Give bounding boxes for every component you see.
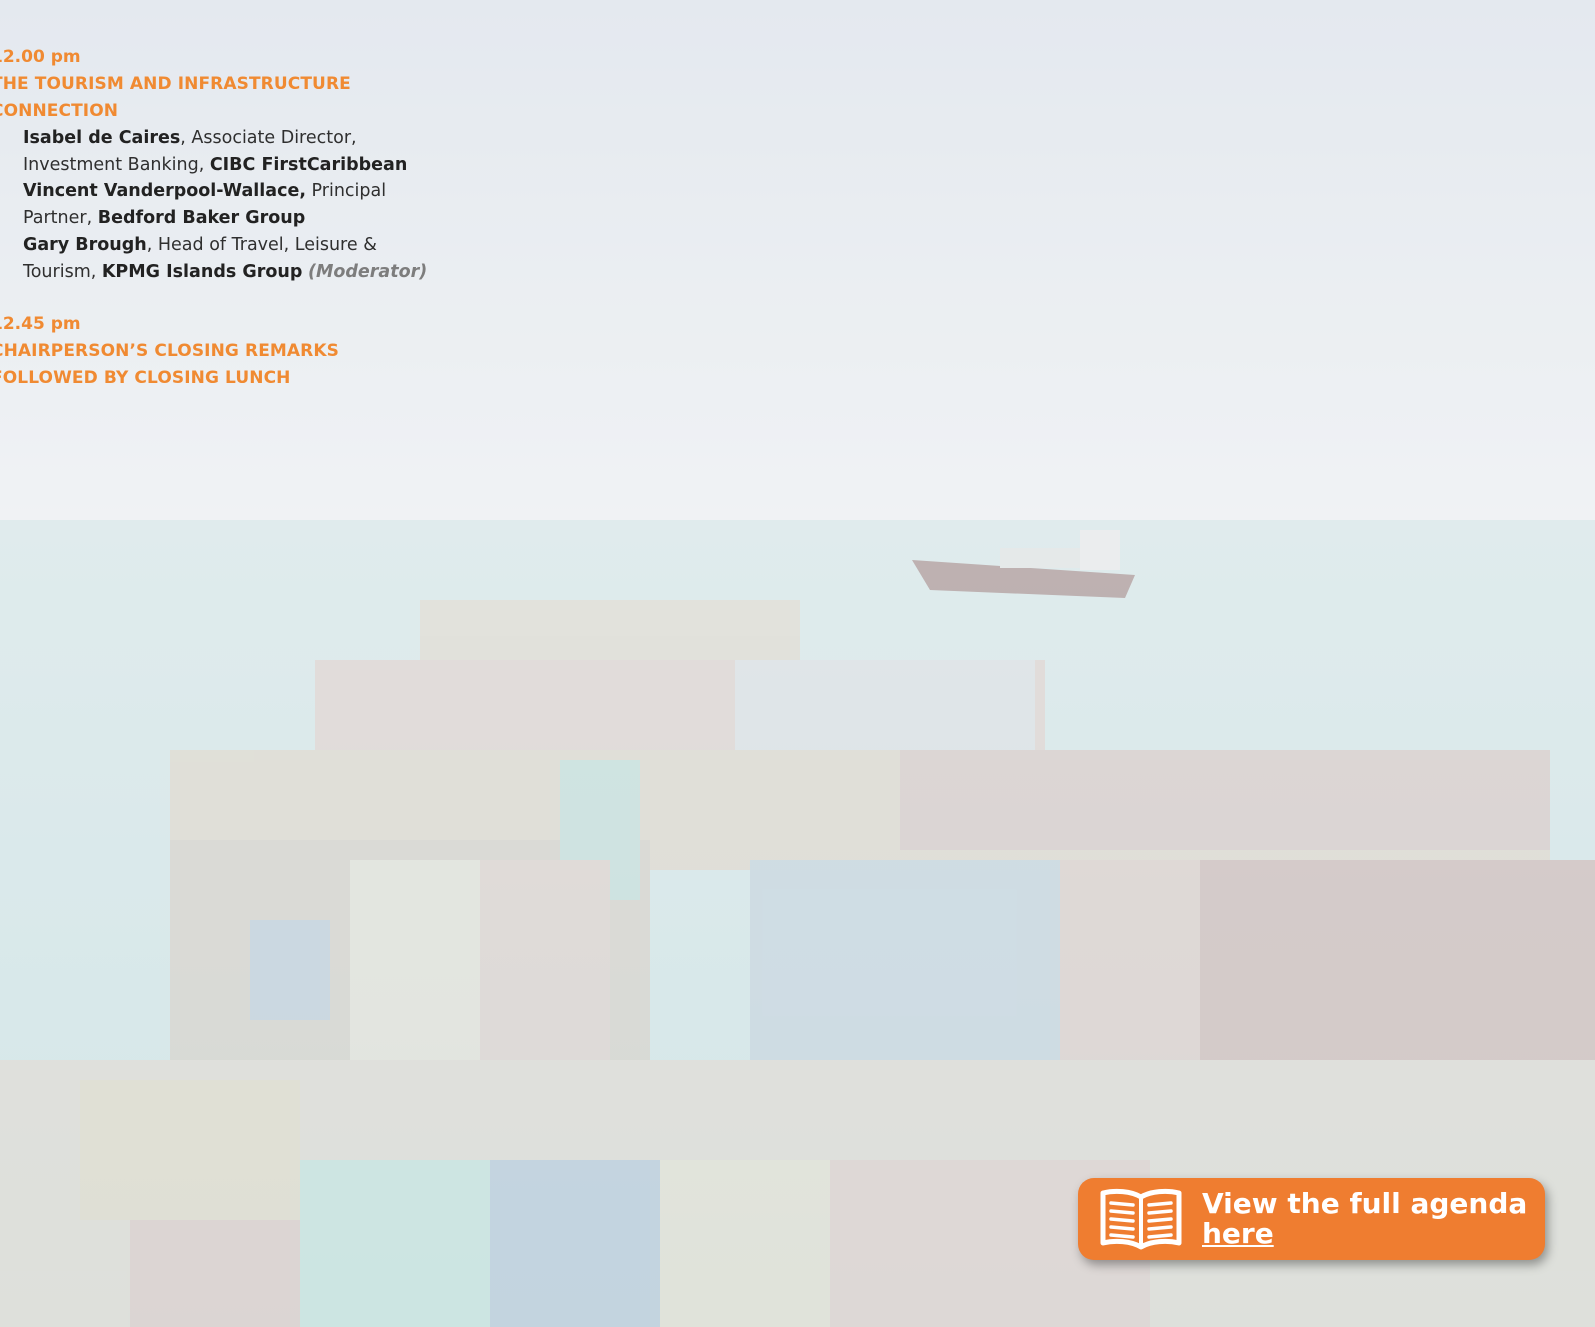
speaker-list: Isabel de Caires, Associate Director, In… <box>0 125 451 285</box>
speaker-org: Bedford Baker Group <box>97 208 306 229</box>
slot-time: 12.00 pm <box>0 47 81 67</box>
open-book-icon <box>1096 1184 1186 1254</box>
speaker-name: Gary Brough <box>23 234 147 255</box>
moderator-note: (Moderator) <box>307 261 428 282</box>
speaker-org: KPMG Islands Group <box>101 261 303 282</box>
slot-title-line2: CONNECTION <box>0 101 119 121</box>
slot-title-line1: CHAIRPERSON’S CLOSING REMARKS <box>0 341 339 362</box>
speaker-item: Gary Brough, Head of Travel, Leisure & T… <box>23 232 451 285</box>
slot-time: 12.45 pm <box>0 314 81 335</box>
slot-title-line1: THE TOURISM AND INFRASTRUCTURE <box>0 74 351 94</box>
speaker-name: Vincent Vanderpool-Wallace, <box>23 181 306 202</box>
speaker-name: Isabel de Caires <box>23 128 181 148</box>
agenda-slot-2: 12.45 pm CHAIRPERSON’S CLOSING REMARKS F… <box>0 311 451 392</box>
agenda-slot-1: 12.00 pm THE TOURISM AND INFRASTRUCTURE … <box>0 44 451 285</box>
slot-title-line2: FOLLOWED BY CLOSING LUNCH <box>0 368 291 389</box>
cta-here-link[interactable]: here <box>1202 1217 1274 1250</box>
speaker-item: Vincent Vanderpool-Wallace, Principal Pa… <box>23 178 451 231</box>
speaker-item: Isabel de Caires, Associate Director, In… <box>23 125 451 178</box>
agenda-section: 12.00 pm THE TOURISM AND INFRASTRUCTURE … <box>0 44 451 392</box>
speaker-org: CIBC FirstCaribbean <box>209 154 408 175</box>
cta-label: View the full agenda here <box>1202 1189 1527 1249</box>
view-full-agenda-button[interactable]: View the full agenda here <box>1078 1178 1545 1260</box>
cta-line1: View the full agenda <box>1202 1187 1528 1220</box>
